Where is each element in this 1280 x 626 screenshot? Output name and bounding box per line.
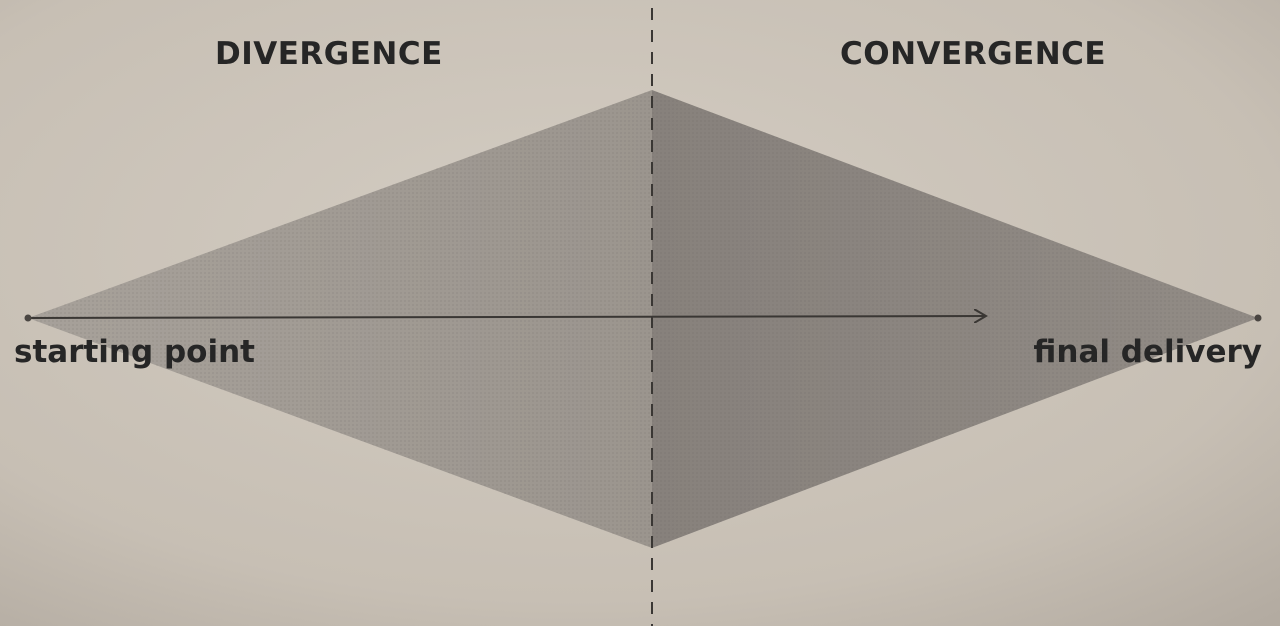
- divergence-heading: DIVERGENCE: [215, 36, 443, 72]
- end-point-dot: [1254, 314, 1262, 322]
- diamond-diagram: [0, 0, 1280, 626]
- starting-point-label: starting point: [14, 334, 255, 370]
- convergence-heading: CONVERGENCE: [840, 36, 1107, 72]
- final-delivery-label: final delivery: [1033, 334, 1262, 370]
- start-point-dot: [24, 314, 32, 322]
